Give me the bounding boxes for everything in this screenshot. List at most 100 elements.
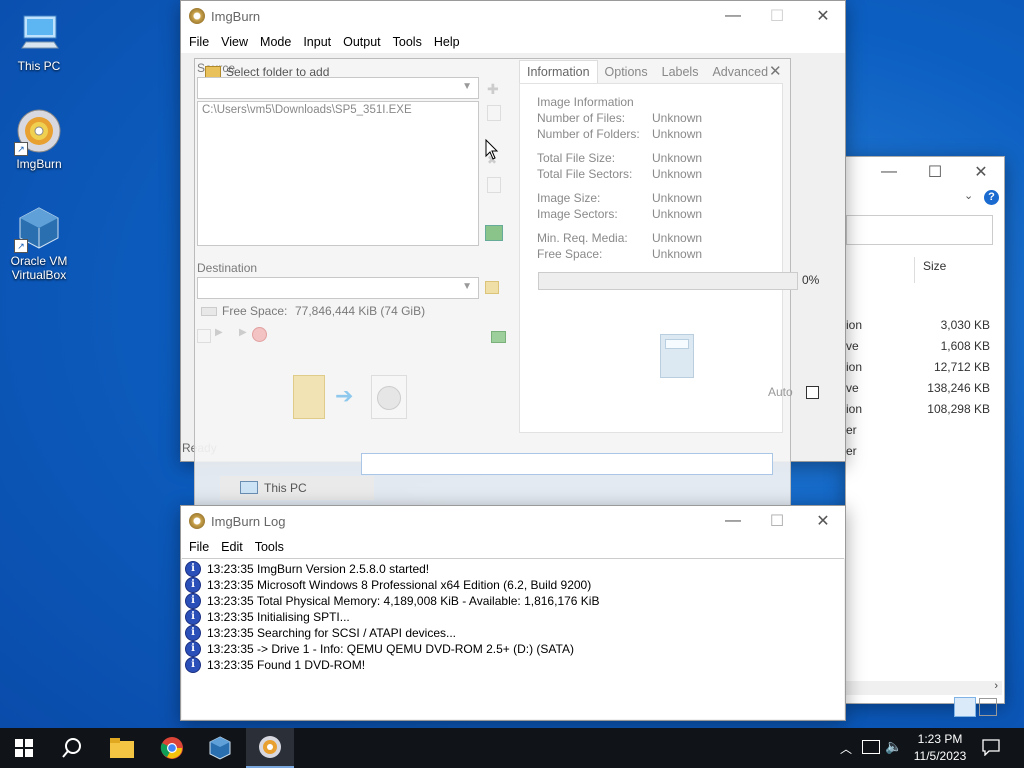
list-item[interactable]: ion 108,298 KB xyxy=(846,398,990,419)
search-button[interactable] xyxy=(48,728,96,768)
add-icon[interactable]: ✚ xyxy=(487,81,499,98)
list-item[interactable]: ve 138,246 KB xyxy=(846,377,990,398)
source-file-list[interactable]: C:\Users\vm5\Downloads\SP5_351I.EXE xyxy=(197,101,479,246)
list-item[interactable]: er xyxy=(846,419,990,440)
clock-date[interactable]: 11/5/2023 xyxy=(906,749,974,763)
nav-item-this-pc[interactable]: This PC xyxy=(220,476,374,500)
info-value: Unknown xyxy=(652,127,703,141)
help-icon[interactable]: ? xyxy=(984,190,999,205)
taskbar-virtualbox[interactable] xyxy=(196,728,244,768)
info-icon: i xyxy=(185,657,201,673)
desktop: { "desktop": { "icons": [ {"label": "Thi… xyxy=(0,0,1024,768)
taskbar-imgburn[interactable] xyxy=(246,728,294,768)
search-input[interactable] xyxy=(846,215,993,245)
calculator-icon[interactable] xyxy=(660,334,694,378)
menu-tools[interactable]: Tools xyxy=(249,540,290,554)
shortcut-arrow-icon: ↗ xyxy=(14,239,28,253)
menu-tools[interactable]: Tools xyxy=(387,35,428,49)
list-item[interactable]: ve 1,608 KB xyxy=(846,335,990,356)
tray-overflow-chevron-icon[interactable]: ︿ xyxy=(840,740,852,757)
notifications-icon[interactable] xyxy=(982,738,1000,759)
auto-checkbox[interactable] xyxy=(806,386,819,399)
close-button[interactable]: ✕ xyxy=(800,1,846,31)
desktop-icon-virtualbox[interactable]: ↗ Oracle VM VirtualBox xyxy=(3,205,75,282)
clock-time[interactable]: 1:23 PM xyxy=(910,732,970,746)
large-icons-view-icon[interactable] xyxy=(979,698,997,716)
file-size: 138,246 KB xyxy=(927,380,990,395)
log-line: i 13:23:35 Microsoft Windows 8 Profession… xyxy=(182,577,844,593)
file-size: 3,030 KB xyxy=(940,317,990,332)
menu-edit[interactable]: Edit xyxy=(215,540,249,554)
log-line: i 13:23:35 Found 1 DVD-ROM! xyxy=(182,657,844,673)
maximize-button[interactable]: ☐ xyxy=(754,506,800,536)
close-button[interactable]: ✕ xyxy=(800,506,846,536)
desktop-icon-this-pc[interactable]: This PC xyxy=(3,10,75,73)
menu-mode[interactable]: Mode xyxy=(254,35,297,49)
info-label: Total File Sectors: xyxy=(537,167,633,181)
menu-file[interactable]: File xyxy=(183,540,215,554)
tab-advanced[interactable]: Advanced xyxy=(705,61,775,83)
calculate-icon[interactable] xyxy=(197,329,211,343)
drive-icon xyxy=(201,307,217,316)
column-header-size[interactable]: Size xyxy=(914,257,946,283)
taskbar-file-explorer[interactable] xyxy=(98,728,146,768)
refresh-icon[interactable] xyxy=(485,225,503,241)
scroll-right-icon[interactable]: › xyxy=(994,680,998,692)
file-type: er xyxy=(846,422,857,437)
log-output[interactable]: i 13:23:35 ImgBurn Version 2.5.8.0 starte… xyxy=(182,558,844,719)
list-item[interactable]: ion 3,030 KB xyxy=(846,314,990,335)
log-icon[interactable] xyxy=(491,331,506,343)
tab-options[interactable]: Options xyxy=(598,61,655,83)
play-icon[interactable]: ▶ xyxy=(239,327,247,338)
imgburn-app-icon xyxy=(189,8,205,24)
maximize-button[interactable]: ☐ xyxy=(912,157,958,187)
burn-settings-icon[interactable] xyxy=(252,327,267,342)
filename-input[interactable] xyxy=(361,453,773,475)
destination-dropdown[interactable]: ▼ xyxy=(197,277,479,299)
maximize-button[interactable]: ☐ xyxy=(754,1,800,31)
file-explorer-icon xyxy=(110,738,134,758)
horizontal-scrollbar[interactable]: › xyxy=(846,680,1002,695)
tab-information[interactable]: Information xyxy=(519,60,598,83)
log-text: 13:23:35 Found 1 DVD-ROM! xyxy=(207,658,366,672)
progress-percent: 0% xyxy=(802,273,820,287)
build-button[interactable]: ➔ xyxy=(293,373,407,421)
menu-help[interactable]: Help xyxy=(428,35,466,49)
desktop-icon-imgburn[interactable]: ↗ ImgBurn xyxy=(3,108,75,171)
search-icon xyxy=(62,738,81,758)
menu-file[interactable]: File xyxy=(183,35,215,49)
progress-bar xyxy=(538,272,798,290)
browse-folder-icon[interactable] xyxy=(485,281,499,294)
source-dropdown[interactable]: ▼ xyxy=(197,77,479,99)
close-icon[interactable]: ✕ xyxy=(769,62,782,80)
play-icon[interactable]: ▶ xyxy=(215,327,223,338)
file-size: 108,298 KB xyxy=(927,401,990,416)
list-item[interactable]: ion 12,712 KB xyxy=(846,356,990,377)
details-view-icon[interactable] xyxy=(954,697,976,717)
list-item[interactable]: C:\Users\vm5\Downloads\SP5_351I.EXE xyxy=(198,102,478,118)
start-button[interactable] xyxy=(0,728,48,768)
info-value: Unknown xyxy=(652,111,703,125)
taskbar-chrome[interactable] xyxy=(148,728,196,768)
network-icon[interactable] xyxy=(862,740,880,754)
file-type: er xyxy=(846,443,857,458)
chevron-down-icon[interactable]: ⌄ xyxy=(964,189,973,202)
list-item[interactable]: er xyxy=(846,440,990,461)
menu-input[interactable]: Input xyxy=(297,35,337,49)
tab-strip: Information Options Labels Advanced xyxy=(519,59,775,83)
close-button[interactable]: ✕ xyxy=(958,157,1004,187)
info-icon: i xyxy=(185,609,201,625)
log-text: 13:23:35 Microsoft Windows 8 Professiona… xyxy=(207,578,592,592)
arrow-right-icon: ➔ xyxy=(335,383,354,408)
tab-labels[interactable]: Labels xyxy=(655,61,706,83)
window-title: ImgBurn Log xyxy=(211,513,286,529)
properties-icon[interactable] xyxy=(487,177,501,193)
menu-output[interactable]: Output xyxy=(337,35,387,49)
volume-muted-icon[interactable]: 🔈 xyxy=(885,738,902,755)
menu-view[interactable]: View xyxy=(215,35,254,49)
minimize-button[interactable]: — xyxy=(866,157,912,187)
minimize-button[interactable]: — xyxy=(710,1,756,31)
add-file-icon[interactable] xyxy=(487,105,501,121)
mouse-cursor-icon xyxy=(485,138,499,164)
minimize-button[interactable]: — xyxy=(710,506,756,536)
